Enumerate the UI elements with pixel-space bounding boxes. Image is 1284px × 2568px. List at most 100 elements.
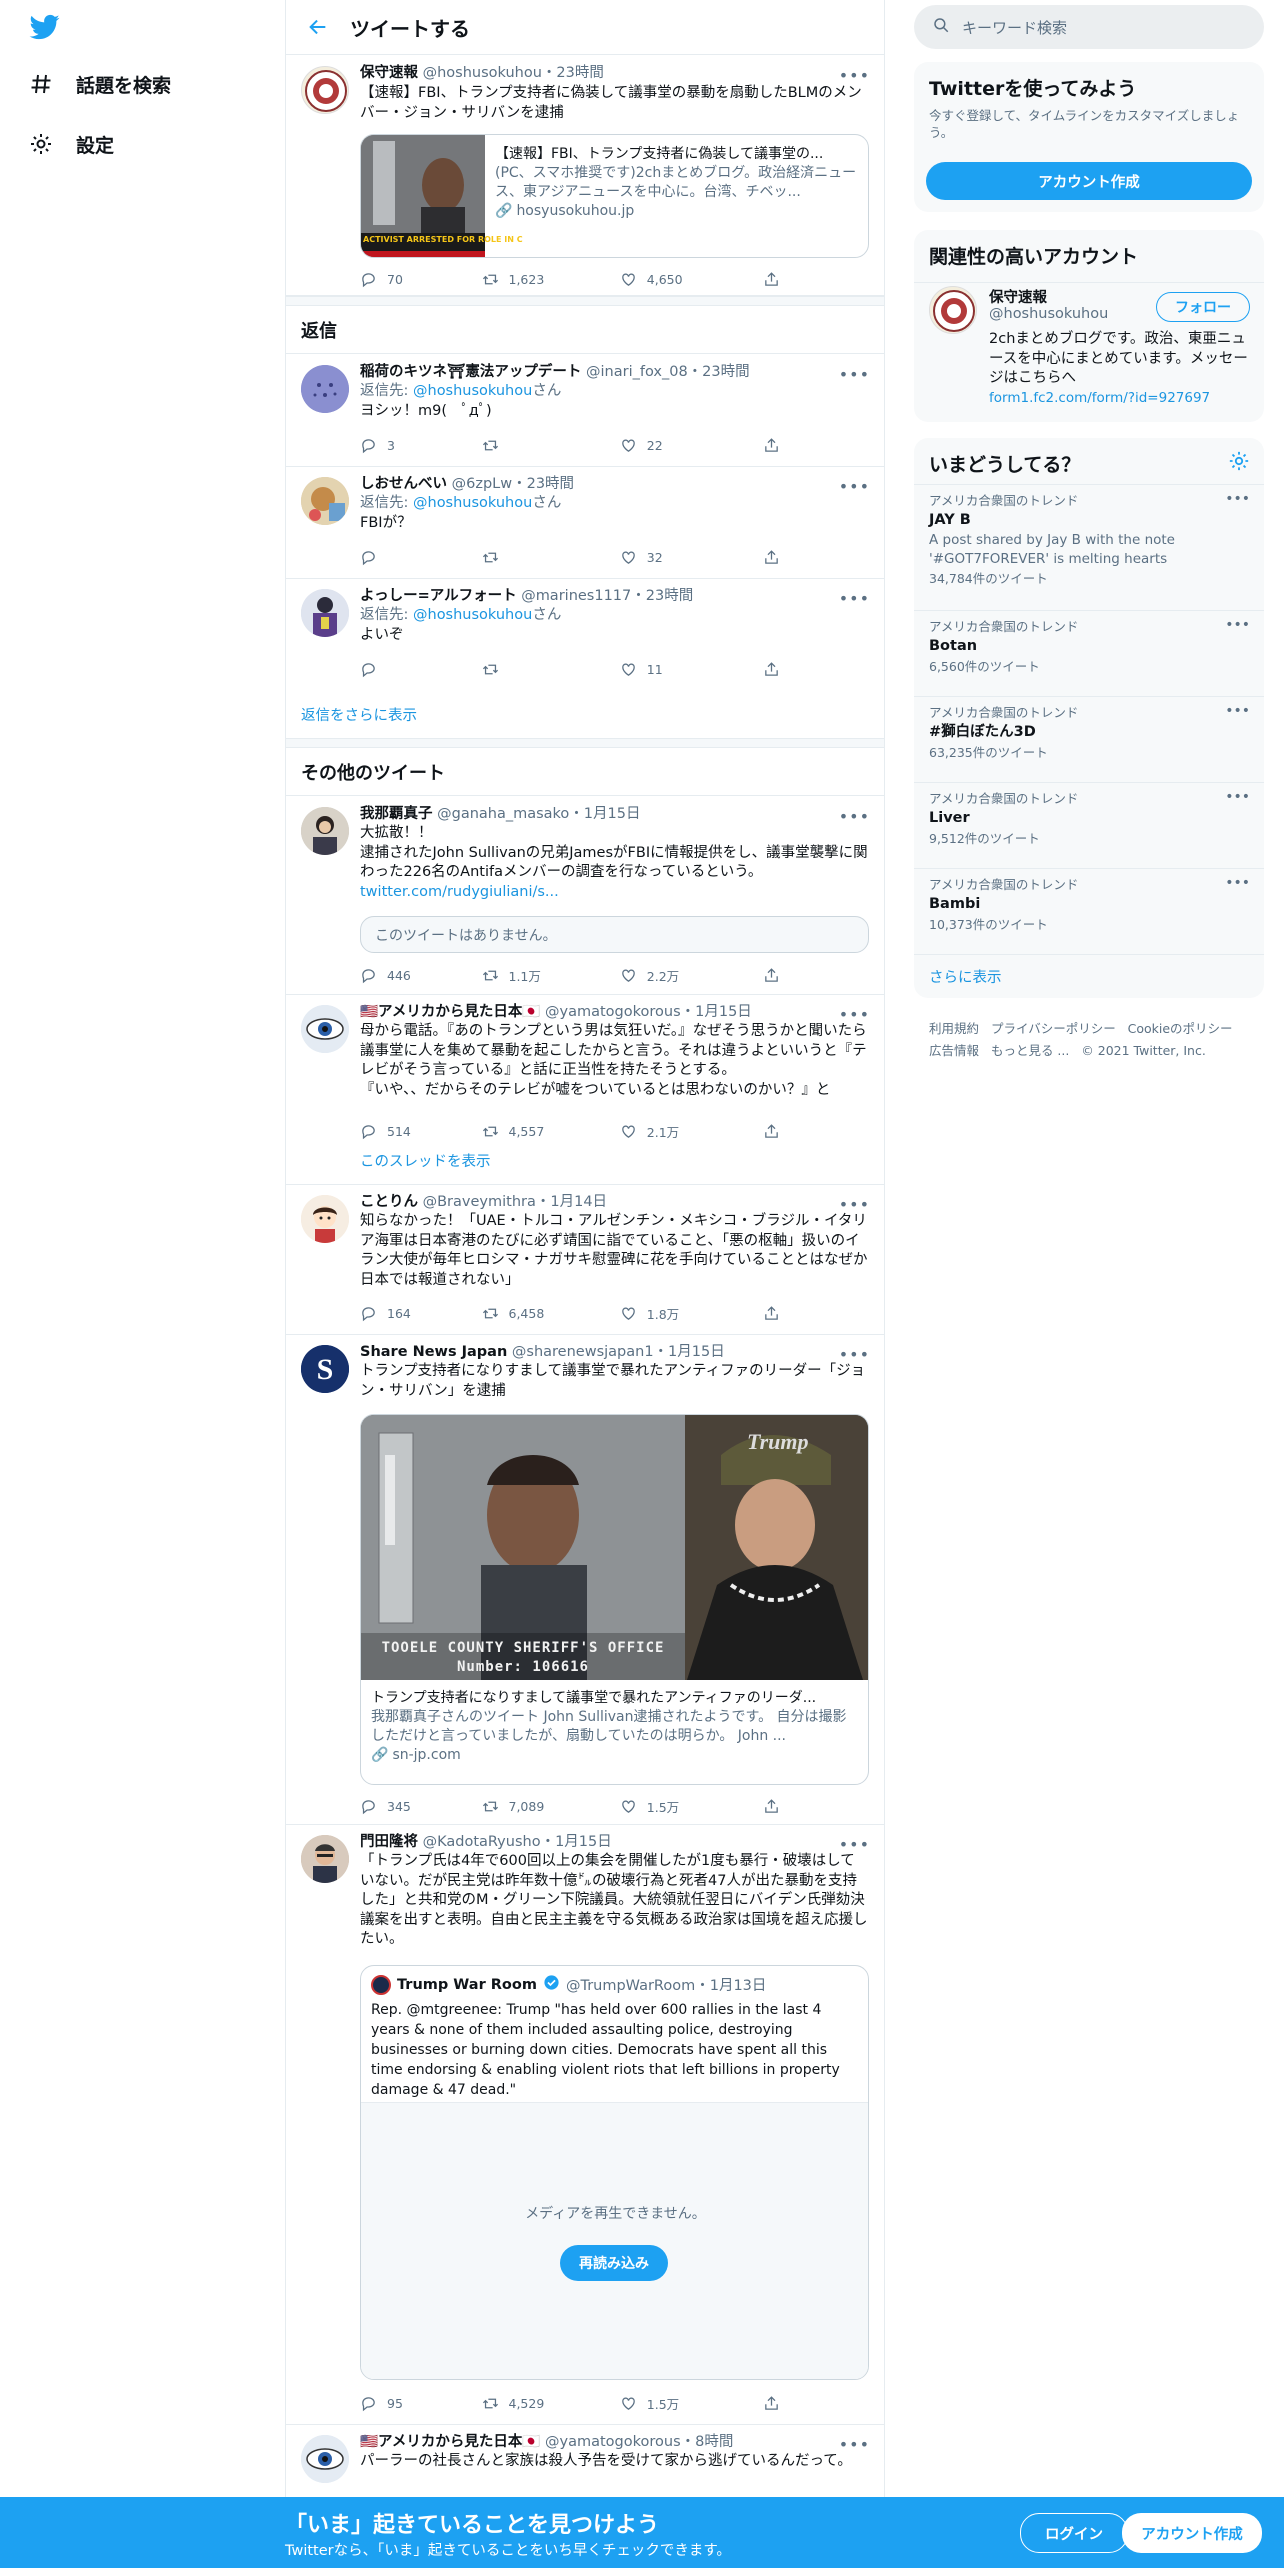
author-handle[interactable]: @sharenewsjapan1・1月15日: [512, 1344, 725, 1360]
tweet[interactable]: 門田隆将 @KadotaRyusho・1月15日 「トランプ氏は4年で600回以…: [286, 1825, 884, 2425]
author-handle[interactable]: @6zpLw・23時間: [452, 476, 574, 492]
avatar[interactable]: [301, 66, 349, 114]
nav-settings[interactable]: 設定: [28, 120, 114, 168]
reply-button[interactable]: 514: [360, 1121, 482, 1141]
reply-button[interactable]: 95: [360, 2393, 482, 2413]
retweet-button[interactable]: 7,089: [482, 1796, 620, 1816]
reply-tweet[interactable]: よっしー=アルフォート @marines1117・23時間 返信先: @hosh…: [286, 579, 884, 691]
reply-button[interactable]: 3: [360, 435, 482, 455]
share-button[interactable]: [763, 269, 780, 289]
reload-button[interactable]: 再読み込み: [560, 2245, 668, 2281]
nav-explore[interactable]: 話題を検索: [28, 60, 171, 108]
tweet[interactable]: S Share News Japan @sharenewsjapan1・1月15…: [286, 1335, 884, 1825]
more-options-icon[interactable]: •••: [1225, 875, 1250, 891]
more-options-icon[interactable]: •••: [1225, 703, 1250, 719]
author-name[interactable]: ことりん: [360, 1194, 418, 1210]
share-button[interactable]: [763, 1796, 780, 1816]
avatar[interactable]: [301, 1835, 349, 1883]
author-name[interactable]: 🇺🇸アメリカから見た日本🇯🇵: [360, 2434, 540, 2450]
related-link[interactable]: form1.fc2.com/form/?id=927697: [989, 390, 1210, 406]
like-button[interactable]: 2.2万: [620, 965, 763, 985]
avatar[interactable]: [301, 477, 349, 525]
reply-button[interactable]: [360, 659, 482, 679]
quote-author-handle[interactable]: @TrumpWarRoom・1月13日: [566, 1974, 766, 1995]
author-handle[interactable]: @yamatogokorous・1月15日: [545, 1004, 752, 1020]
author-handle[interactable]: @KadotaRyusho・1月15日: [423, 1834, 612, 1850]
author-handle[interactable]: @Braveymithra・1月14日: [423, 1194, 607, 1210]
related-name[interactable]: 保守速報: [989, 286, 1047, 307]
more-options-icon[interactable]: •••: [839, 807, 870, 826]
more-options-icon[interactable]: •••: [839, 1005, 870, 1024]
related-handle[interactable]: @hoshusokuhou: [989, 306, 1108, 322]
share-button[interactable]: [763, 659, 780, 679]
author-handle[interactable]: @ganaha_masako・1月15日: [437, 806, 640, 822]
footer-privacy[interactable]: プライバシーポリシー: [991, 1021, 1116, 1036]
share-button[interactable]: [763, 547, 780, 567]
reply-to-link[interactable]: @hoshusokuhou: [413, 495, 532, 511]
author-handle[interactable]: @marines1117・23時間: [521, 588, 693, 604]
share-button[interactable]: [763, 965, 780, 985]
show-thread-link[interactable]: このスレッドを表示: [360, 1150, 491, 1171]
trend-item[interactable]: アメリカ合衆国のトレンド Liver 9,512件のツイート •••: [914, 782, 1264, 868]
focused-tweet[interactable]: 保守速報 @hoshusokuhou・23時間 【速報】FBI、トランプ支持者に…: [286, 56, 884, 296]
avatar[interactable]: [301, 807, 349, 855]
signup-button[interactable]: アカウント作成: [1122, 2513, 1262, 2553]
create-account-button[interactable]: アカウント作成: [926, 162, 1252, 200]
link-card[interactable]: TOOELE COUNTY SHERIFF'S OFFICE Number: 1…: [360, 1414, 869, 1785]
more-options-icon[interactable]: •••: [1225, 491, 1250, 507]
author-name[interactable]: 門田隆将: [360, 1834, 418, 1850]
footer-terms[interactable]: 利用規約: [929, 1021, 979, 1036]
like-button[interactable]: 1.5万: [620, 1796, 763, 1816]
more-options-icon[interactable]: •••: [839, 589, 870, 608]
like-button[interactable]: 11: [620, 659, 763, 679]
more-options-icon[interactable]: •••: [1225, 617, 1250, 633]
author-name[interactable]: 保守速報: [360, 65, 418, 81]
author-handle[interactable]: @hoshusokuhou・23時間: [423, 65, 604, 81]
quote-author-name[interactable]: Trump War Room: [397, 1977, 537, 1993]
show-more-replies-link[interactable]: 返信をさらに表示: [286, 691, 884, 738]
show-more-trends-link[interactable]: さらに表示: [914, 954, 1264, 998]
trend-item[interactable]: アメリカ合衆国のトレンド JAY B A post shared by Jay …: [914, 484, 1264, 610]
retweet-button[interactable]: 4,557: [482, 1121, 620, 1141]
avatar[interactable]: S: [301, 1345, 349, 1393]
link-card[interactable]: ACTIVIST ARRESTED FOR ROLE IN C 【速報】FBI、…: [360, 134, 869, 258]
like-button[interactable]: 2.1万: [620, 1121, 763, 1141]
reply-button[interactable]: 70: [360, 269, 482, 289]
more-options-icon[interactable]: •••: [839, 2435, 870, 2454]
avatar[interactable]: [301, 1005, 349, 1053]
retweet-button[interactable]: [482, 547, 620, 567]
settings-gear-icon[interactable]: [1228, 450, 1250, 476]
avatar[interactable]: [929, 286, 977, 334]
back-button[interactable]: [298, 7, 338, 47]
like-button[interactable]: 4,650: [620, 269, 763, 289]
author-name[interactable]: 🇺🇸アメリカから見た日本🇯🇵: [360, 1004, 540, 1020]
author-name[interactable]: しおせんべい: [360, 476, 447, 492]
search-box[interactable]: キーワード検索: [914, 5, 1264, 49]
tweet[interactable]: ことりん @Braveymithra・1月14日 知らなかった！「UAE・トルコ…: [286, 1185, 884, 1335]
more-options-icon[interactable]: •••: [839, 365, 870, 384]
reply-tweet[interactable]: しおせんべい @6zpLw・23時間 返信先: @hoshusokuhouさん …: [286, 467, 884, 579]
like-button[interactable]: 1.5万: [620, 2393, 763, 2413]
tweet[interactable]: 我那覇真子 @ganaha_masako・1月15日 大拡散！！ 逮捕されたJo…: [286, 797, 884, 995]
more-options-icon[interactable]: •••: [839, 477, 870, 496]
reply-to-link[interactable]: @hoshusokuhou: [413, 383, 532, 399]
reply-button[interactable]: 345: [360, 1796, 482, 1816]
author-name[interactable]: Share News Japan: [360, 1344, 507, 1360]
like-button[interactable]: 1.8万: [620, 1303, 763, 1323]
share-button[interactable]: [763, 1121, 780, 1141]
avatar[interactable]: [301, 589, 349, 637]
trend-item[interactable]: アメリカ合衆国のトレンド #獅白ぼたん3D 63,235件のツイート •••: [914, 696, 1264, 782]
retweet-button[interactable]: [482, 659, 620, 679]
footer-ads[interactable]: 広告情報: [929, 1043, 979, 1058]
retweet-button[interactable]: 4,529: [482, 2393, 620, 2413]
reply-to-link[interactable]: @hoshusokuhou: [413, 607, 532, 623]
author-name[interactable]: 稲荷のキツネ⛩憲法アップデート: [360, 364, 581, 380]
tweet-link[interactable]: twitter.com/rudygiuliani/s...: [360, 883, 869, 903]
share-button[interactable]: [763, 1303, 780, 1323]
twitter-logo-icon[interactable]: [28, 12, 64, 42]
author-handle[interactable]: @yamatogokorous・8時間: [545, 2434, 733, 2450]
author-name[interactable]: 我那覇真子: [360, 806, 433, 822]
quote-tweet[interactable]: Trump War Room @TrumpWarRoom・1月13日 Rep. …: [360, 1965, 869, 2380]
retweet-button[interactable]: 6,458: [482, 1303, 620, 1323]
follow-button[interactable]: フォロー: [1156, 292, 1250, 322]
